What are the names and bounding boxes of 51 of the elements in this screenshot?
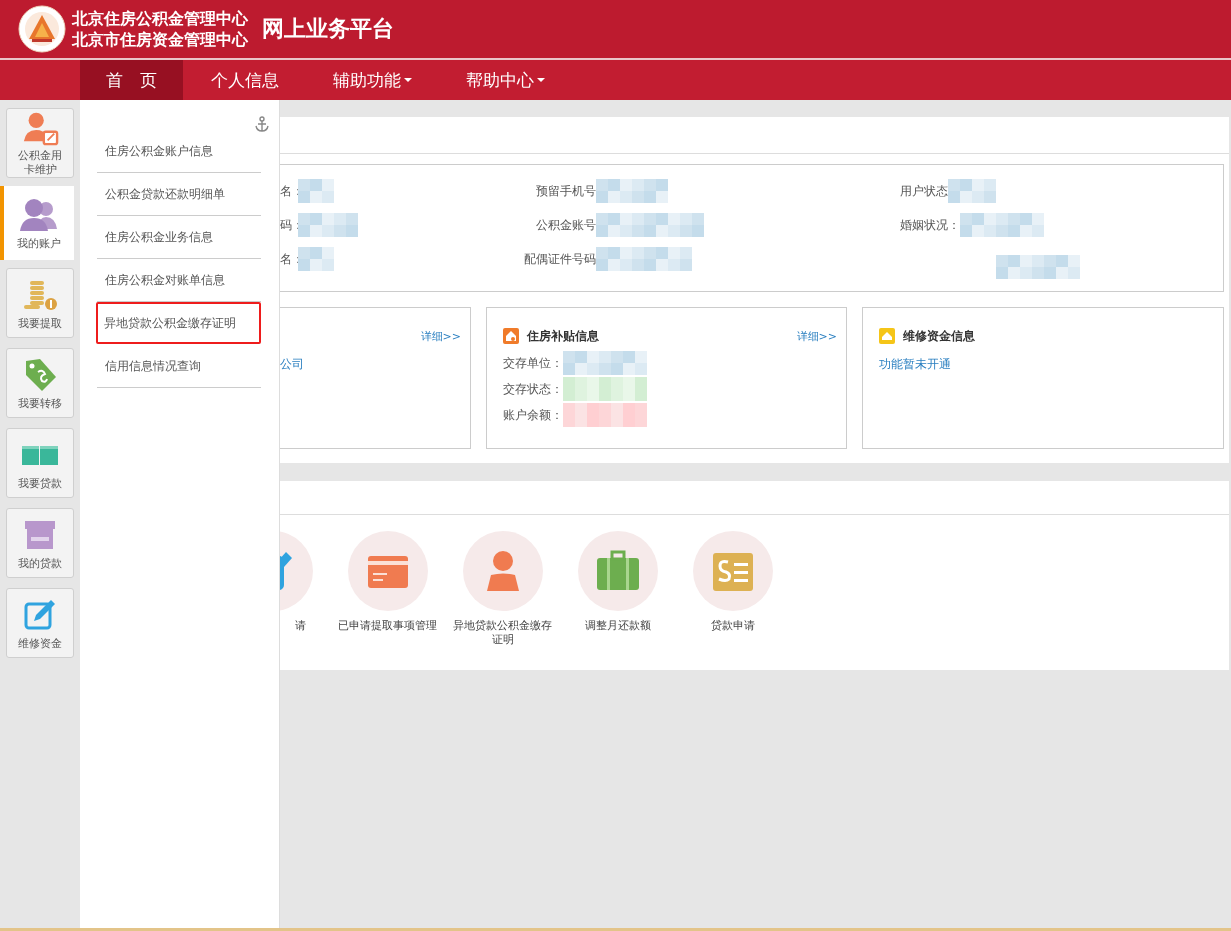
submenu-item[interactable]: 住房公积金账户信息	[97, 130, 261, 172]
field-label: 交存状态：	[503, 380, 563, 398]
logo-icon	[18, 5, 66, 53]
nav-tab[interactable]: 首 页	[80, 60, 183, 100]
sidebar-item[interactable]: 维修资金	[6, 588, 74, 658]
org-name: 北京市住房资金管理中心	[72, 29, 248, 50]
card-title: 维修资金信息	[903, 327, 975, 345]
shortcut-label[interactable]: 调整月还款额	[567, 619, 668, 633]
nav-tab[interactable]: 个人信息	[185, 60, 305, 100]
sidebar-item[interactable]: 我要提取	[6, 268, 74, 338]
details-link[interactable]: 详细>>	[796, 328, 837, 344]
details-link[interactable]: 详细>>	[420, 328, 461, 344]
blurred-value	[596, 179, 668, 203]
shortcut-label[interactable]: 已申请提取事项管理	[337, 619, 438, 633]
field-label: 交存单位：	[503, 354, 563, 372]
company-link[interactable]: 公司	[280, 356, 304, 373]
field-label: 用户状态	[900, 182, 948, 200]
sidebar-item[interactable]: 公积金用卡维护	[6, 108, 74, 178]
sidebar-item[interactable]: 我要贷款	[6, 428, 74, 498]
field-label: 账户余额：	[503, 406, 563, 424]
card-title: 住房补贴信息	[527, 327, 599, 345]
field-label: 配偶证件号码	[523, 250, 596, 268]
blurred-value	[298, 213, 358, 237]
submenu-item[interactable]: 住房公积金业务信息	[97, 216, 261, 258]
submenu-item[interactable]: 信用信息情况查询	[97, 345, 261, 387]
sidebar-item[interactable]: 我的账户	[0, 186, 74, 260]
org-name: 北京住房公积金管理中心	[72, 8, 248, 29]
submenu-item[interactable]: 公积金贷款还款明细单	[97, 173, 261, 215]
submenu-item[interactable]: 住房公积金对账单信息	[97, 259, 261, 301]
field-label: 名：	[280, 250, 298, 268]
sidebar-item[interactable]: 我要转移	[6, 348, 74, 418]
submenu-item[interactable]: 异地贷款公积金缴存证明	[96, 302, 261, 344]
anchor-icon[interactable]	[254, 116, 270, 132]
blurred-value	[298, 179, 334, 203]
field-label: 码：	[280, 216, 298, 234]
shortcut-label[interactable]: 贷款申请	[682, 619, 783, 633]
field-label: 婚姻状况：	[900, 216, 960, 234]
house-icon	[503, 328, 519, 344]
field-label: 公积金账号	[535, 216, 596, 234]
blurred-value	[298, 247, 334, 271]
platform-title: 网上业务平台	[262, 14, 394, 43]
nav-tab[interactable]: 帮助中心	[440, 60, 571, 100]
nav-tab[interactable]: 辅助功能	[307, 60, 438, 100]
field-label: 预留手机号	[535, 182, 596, 200]
blurred-value	[948, 179, 996, 203]
shortcut-label[interactable]: 异地贷款公积金缴存证明	[452, 619, 553, 647]
notice-text: 功能暂未开通	[879, 356, 951, 373]
house-icon	[879, 328, 895, 344]
shortcut-label[interactable]: 请	[295, 619, 306, 633]
sidebar-item[interactable]: 我的贷款	[6, 508, 74, 578]
field-label: 名：	[280, 182, 298, 200]
